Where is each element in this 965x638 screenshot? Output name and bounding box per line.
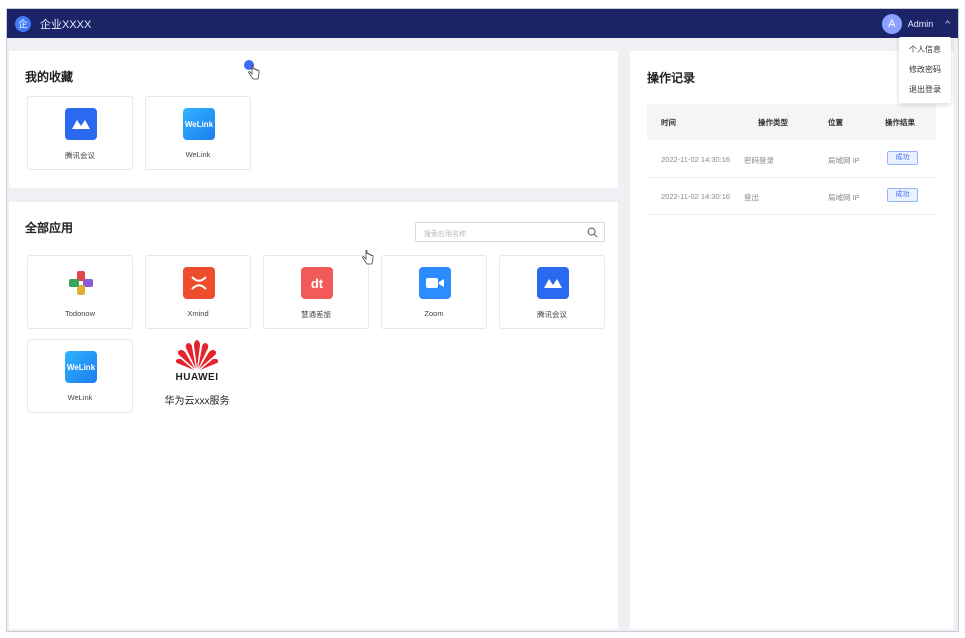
table-row: 2022-11-02 14:30:16 密码登录 局域网 IP 成功 xyxy=(647,142,936,178)
app-label: WeLink xyxy=(185,150,211,159)
menu-item-change-password[interactable]: 修改密码 xyxy=(899,60,951,80)
column-header-result: 操作结果 xyxy=(885,117,915,127)
app-window: 企 企业XXXX A Admin ^ 个人信息 修改密码 退出登录 我的收藏 腾… xyxy=(6,8,959,632)
operation-log-panel: 操作记录 时间 操作类型 位置 操作结果 2022-11-02 14:30:16… xyxy=(630,51,954,629)
operation-log-title: 操作记录 xyxy=(647,71,696,85)
app-card-tencent-meeting[interactable]: 腾讯会议 xyxy=(499,255,605,329)
menu-item-profile[interactable]: 个人信息 xyxy=(899,40,951,60)
tencent-meeting-icon xyxy=(537,267,569,299)
table-header: 时间 操作类型 位置 操作结果 xyxy=(647,104,936,140)
huawei-logo-text: HUAWEI xyxy=(175,372,219,383)
hand-cursor-icon xyxy=(362,250,374,265)
company-logo-icon: 企 xyxy=(15,15,31,32)
app-label: Todonow xyxy=(64,309,96,318)
app-label: Xmind xyxy=(187,309,209,318)
favorites-panel: 我的收藏 腾讯会议 WeLink WeLink xyxy=(9,51,618,188)
app-label: 华为云xxx服务 xyxy=(164,396,230,407)
status-badge: 成功 xyxy=(887,151,918,165)
app-search-input[interactable] xyxy=(416,225,576,244)
app-label: 慧通差旅 xyxy=(301,310,331,319)
app-search-box[interactable] xyxy=(415,222,605,244)
app-card-zoom[interactable]: Zoom xyxy=(381,255,487,329)
column-header-type: 操作类型 xyxy=(758,117,788,127)
hand-cursor-icon xyxy=(248,65,260,80)
cell-type: 密码登录 xyxy=(744,156,774,165)
app-card-huitong[interactable]: dt 慧通差旅 xyxy=(263,255,369,329)
app-card-xmind[interactable]: Xmind xyxy=(145,255,251,329)
top-bar: 企 企业XXXX A Admin ^ xyxy=(7,9,958,38)
app-label: 腾讯会议 xyxy=(537,310,567,319)
user-dropdown-menu: 个人信息 修改密码 退出登录 xyxy=(899,37,951,103)
menu-item-logout[interactable]: 退出登录 xyxy=(899,80,951,100)
username[interactable]: Admin xyxy=(908,19,934,29)
avatar[interactable]: A xyxy=(881,14,902,34)
huitong-icon: dt xyxy=(301,267,333,299)
status-badge: 成功 xyxy=(887,188,918,202)
column-header-time: 时间 xyxy=(661,117,676,127)
cell-time: 2022-11-02 14:30:16 xyxy=(661,155,731,164)
app-label: 腾讯会议 xyxy=(65,151,95,160)
fav-card-welink[interactable]: WeLink WeLink xyxy=(145,96,251,170)
chevron-up-icon[interactable]: ^ xyxy=(945,20,950,28)
cell-location: 局域网 IP xyxy=(828,156,860,165)
column-header-location: 位置 xyxy=(828,117,843,127)
all-apps-panel: 全部应用 Todonow Xmind dt 慧通 xyxy=(9,202,618,629)
table-row: 2022-11-02 14:30:16 登出 局域网 IP 成功 xyxy=(647,179,936,215)
zoom-icon xyxy=(419,267,451,299)
favorites-title: 我的收藏 xyxy=(25,70,74,84)
app-card-todonow[interactable]: Todonow xyxy=(27,255,133,329)
app-card-welink[interactable]: WeLink WeLink xyxy=(27,339,133,413)
fav-card-tencent-meeting[interactable]: 腾讯会议 xyxy=(27,96,133,170)
cell-time: 2022-11-02 14:30:16 xyxy=(661,192,731,201)
tencent-meeting-icon xyxy=(65,108,97,140)
company-name: 企业XXXX xyxy=(40,18,92,31)
xmind-icon xyxy=(183,267,215,299)
huawei-logo-icon xyxy=(175,340,219,370)
search-icon[interactable] xyxy=(587,227,598,238)
cell-type: 登出 xyxy=(744,193,759,202)
welink-icon: WeLink xyxy=(65,351,97,383)
all-apps-title: 全部应用 xyxy=(25,221,74,235)
app-label: WeLink xyxy=(67,393,93,402)
cell-location: 局域网 IP xyxy=(828,193,860,202)
app-label: Zoom xyxy=(424,309,444,318)
user-menu-trigger[interactable]: A Admin ^ xyxy=(881,14,950,34)
todonow-icon xyxy=(65,267,97,299)
welink-icon: WeLink xyxy=(183,108,215,140)
